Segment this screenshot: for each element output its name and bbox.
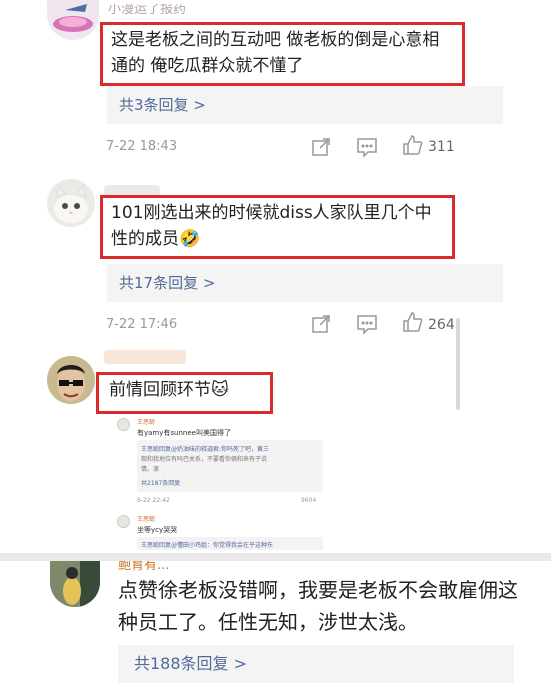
nested-line-1: 有yamy有sunnee叫美国得了 (137, 429, 231, 437)
thumbs-up-icon[interactable] (402, 311, 424, 333)
bottom-comment-username[interactable]: 鲍育有... (118, 561, 198, 573)
nested-quote-1-line-3: 情。滚 (141, 466, 160, 473)
bottom-comment-replies-link[interactable]: 共188条回复 > (118, 645, 514, 683)
comment-2-like-count: 264 (428, 317, 455, 333)
nested-screenshot: 王思聪 有yamy有sunnee叫美国得了 王思聪回复@奶油味的释迦君:你吗死了… (95, 412, 325, 550)
comment-2-replies-link[interactable]: 共17条回复 > (107, 264, 503, 302)
avatar-comment-2[interactable] (47, 179, 95, 227)
share-icon[interactable] (310, 313, 332, 335)
nested-likes-1: 9604 (301, 497, 317, 504)
bottom-comment-text: 点赞徐老板没错啊，我要是老板不会敢雇佣这种员工了。任性无知，涉世太浅。 (118, 578, 518, 634)
nested-username-2: 王思聪 (137, 516, 156, 523)
comment-3-text: 前情回顾环节🐱 (96, 372, 273, 414)
share-icon[interactable] (310, 136, 332, 158)
scrollbar[interactable] (456, 318, 460, 410)
thumbs-up-icon[interactable] (402, 134, 424, 156)
comment-1-text: 这是老板之间的互动吧 做老板的倒是心意相通的 俺吃瓜群众就不懂了 (100, 22, 465, 86)
nested-username-1: 王思聪 (137, 419, 156, 426)
nested-time-1: 6-22 22:42 (137, 497, 170, 504)
comment-2-text: 101刚选出来的时候就diss人家队里几个中性的成员🤣 (100, 195, 455, 259)
avatar-comment-3[interactable] (47, 356, 95, 404)
nested-avatar-1 (117, 418, 130, 431)
comment-1-replies-link[interactable]: 共3条回复 > (107, 86, 503, 124)
nested-quote-1-line-2: 观和我地位有吗巴关系，不要看你俩和来有子说 (141, 456, 268, 463)
comment-2-time: 7-22 17:46 (106, 317, 178, 332)
comment-icon[interactable] (356, 136, 378, 158)
nested-quote-1-replies: 共2187条回复 (141, 480, 181, 487)
comment-1-time: 7-22 18:43 (106, 139, 178, 154)
comment-3-username[interactable] (104, 350, 186, 364)
comment-icon[interactable] (356, 313, 378, 335)
section-divider (0, 553, 551, 561)
nested-line-2: 坐等ycy哭哭 (137, 526, 178, 534)
nested-avatar-2 (117, 515, 130, 528)
comment-1-username[interactable]: 小漫运了报药 (108, 4, 228, 16)
nested-quote-2-text: 王思聪回复@懂田小鸡姐：你觉得我会在乎这种东 (141, 542, 274, 549)
nested-quote-1-line-1: 王思聪回复@奶油味的释迦君:你吗死了吧，黄三 (141, 446, 270, 453)
comment-1-like-count: 311 (428, 139, 455, 155)
